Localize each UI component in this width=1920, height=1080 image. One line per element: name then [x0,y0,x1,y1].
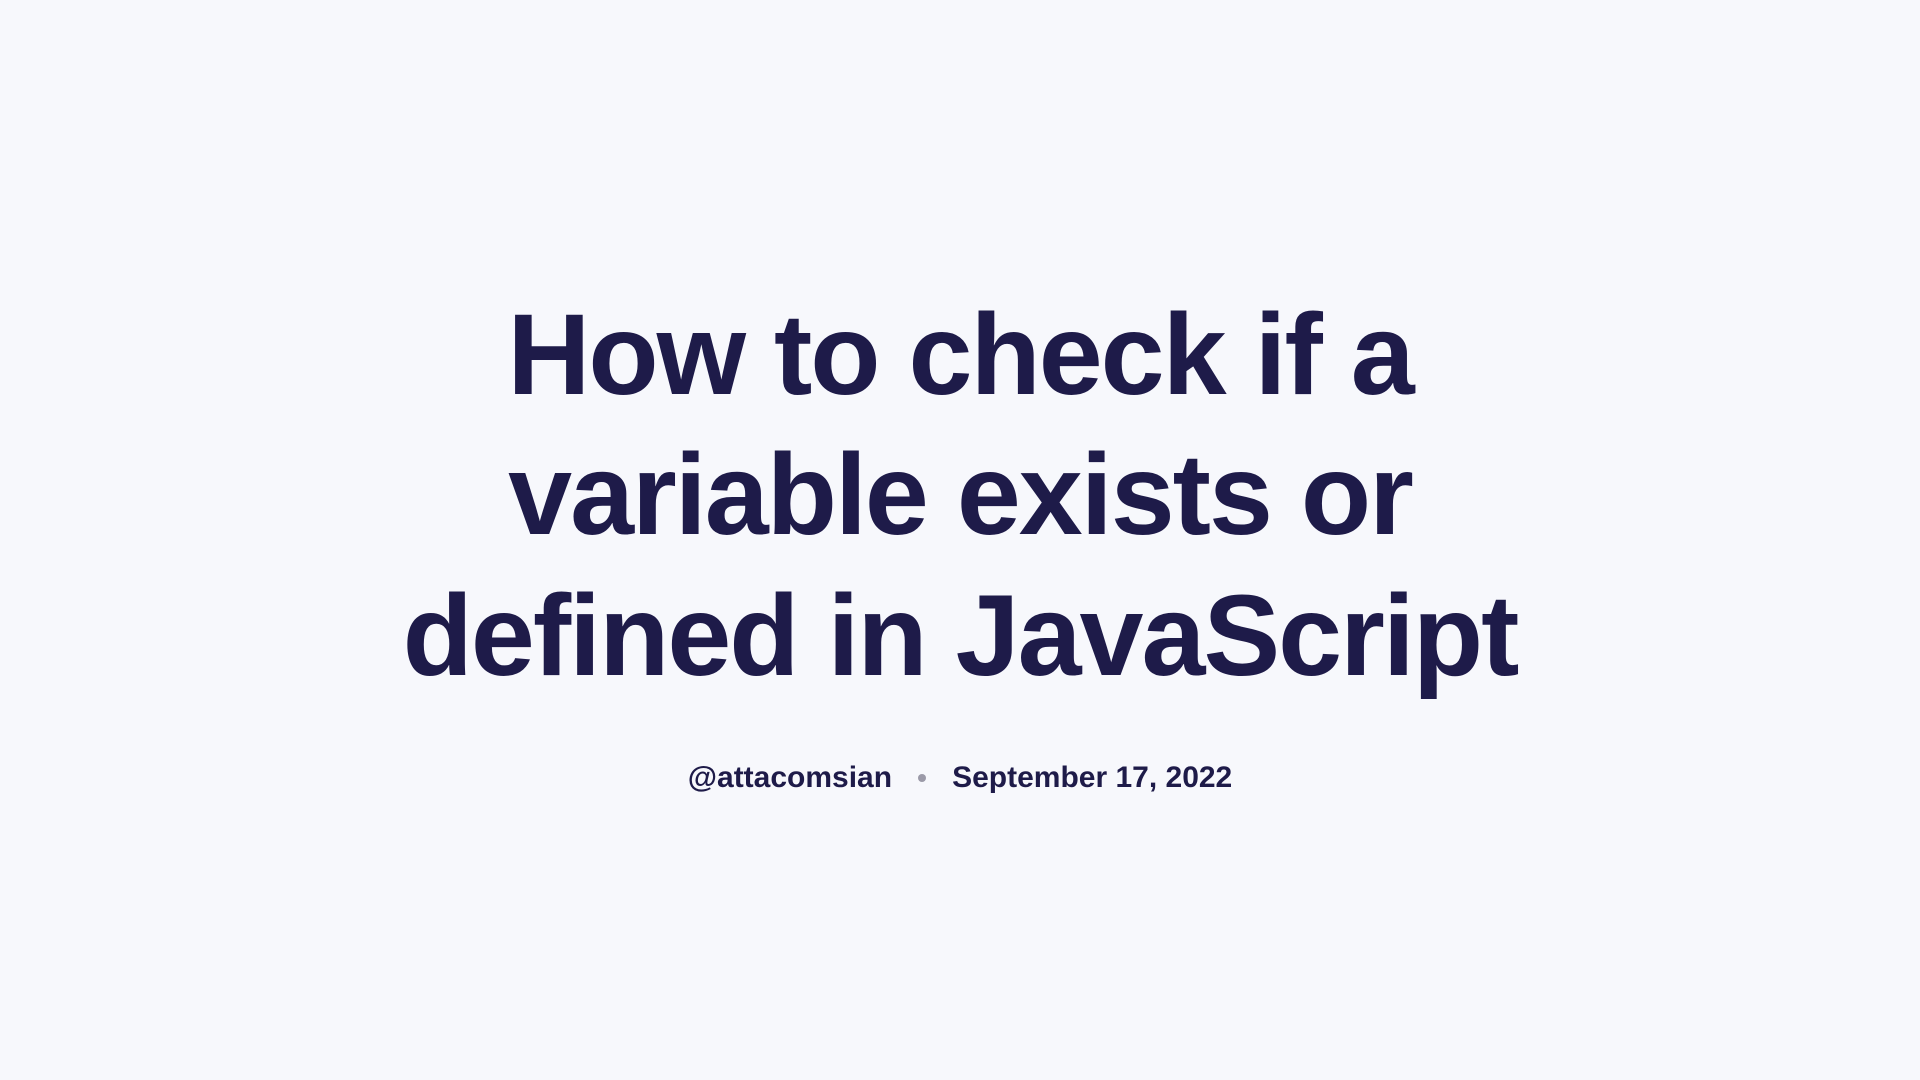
article-header: How to check if a variable exists or def… [310,285,1610,795]
separator-dot-icon [918,774,926,782]
author-handle[interactable]: @attacomsian [688,761,892,795]
article-title: How to check if a variable exists or def… [310,285,1610,706]
article-meta: @attacomsian September 17, 2022 [310,761,1610,795]
publish-date: September 17, 2022 [952,761,1232,795]
